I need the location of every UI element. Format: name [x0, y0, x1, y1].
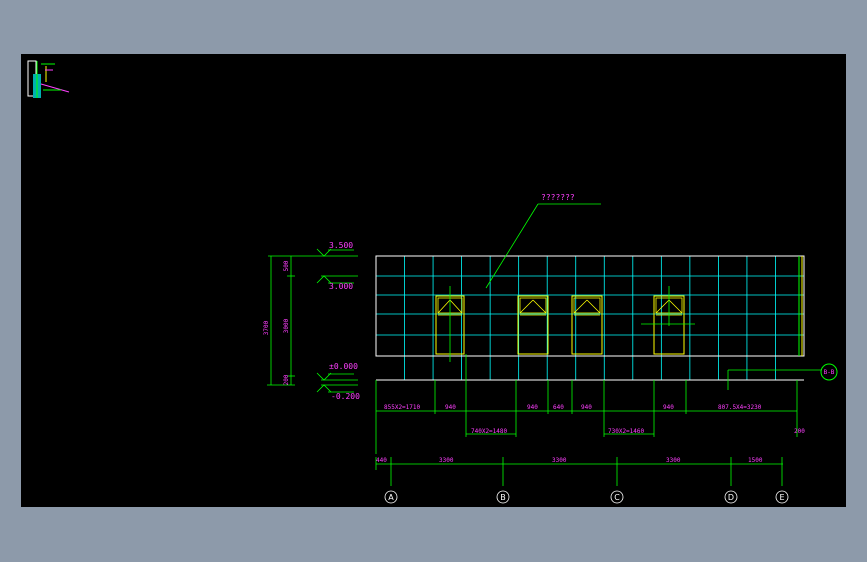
window: [517, 295, 549, 355]
callout-text: ???????: [541, 193, 575, 202]
dim-upper: 500: [283, 260, 290, 271]
level-window-head: 3.000: [329, 282, 353, 291]
vertical-dimensions: [267, 256, 295, 386]
axis-bubble-b[interactable]: B: [496, 490, 510, 504]
level-base: -0.200: [331, 392, 360, 401]
dim-opening-4: 640: [553, 404, 564, 411]
dim-axis-3: 3300: [666, 457, 681, 464]
facade-outline: [375, 255, 805, 357]
dim-axis-1: 3300: [439, 457, 454, 464]
axis-bubble-a[interactable]: A: [384, 490, 398, 504]
dim-opening-8: 740X2=1480: [471, 428, 508, 435]
svg-text:B: B: [500, 493, 506, 502]
axis-bubble-d[interactable]: D: [724, 490, 738, 504]
dim-axis-0: 440: [376, 457, 387, 464]
dim-opening-7: 807.5X4=3230: [718, 404, 762, 411]
svg-text:E: E: [779, 493, 784, 502]
axis-bubble-e[interactable]: E: [775, 490, 789, 504]
axis-dimension-line: [375, 457, 783, 486]
dim-opening-3: 940: [527, 404, 538, 411]
section-tag-label: B-B: [824, 369, 835, 376]
dim-opening-5: 940: [581, 404, 592, 411]
dim-total-height: 3700: [263, 320, 270, 335]
dim-opening-1: 855X2=1710: [384, 404, 421, 411]
level-top: 3.500: [329, 241, 353, 250]
dim-opening-10: 200: [794, 428, 805, 435]
dim-axis-2: 3300: [552, 457, 567, 464]
dim-opening-9: 730X2=1460: [608, 428, 645, 435]
facade-vertical-grid: [404, 256, 776, 380]
dim-lower: 200: [283, 374, 290, 385]
facade-grid: [376, 275, 804, 357]
svg-text:D: D: [728, 493, 734, 502]
detail-thumbnail: [27, 60, 70, 98]
elevation-drawing: ??????? 3.500 3.000 ±0.000 -0.200 3700 5…: [27, 60, 838, 504]
svg-text:A: A: [388, 493, 394, 502]
level-ground: ±0.000: [329, 362, 358, 371]
cad-viewport[interactable]: ??????? 3.500 3.000 ±0.000 -0.200 3700 5…: [21, 54, 846, 507]
window: [571, 295, 603, 355]
dim-axis-4: 1500: [748, 457, 763, 464]
axis-bubble-c[interactable]: C: [610, 490, 624, 504]
dim-opening-6: 940: [663, 404, 674, 411]
callout-leader: ???????: [485, 193, 601, 289]
dim-middle: 3000: [283, 318, 290, 333]
dim-opening-2: 940: [445, 404, 456, 411]
svg-text:C: C: [614, 493, 620, 502]
section-tag[interactable]: B-B: [820, 363, 838, 381]
